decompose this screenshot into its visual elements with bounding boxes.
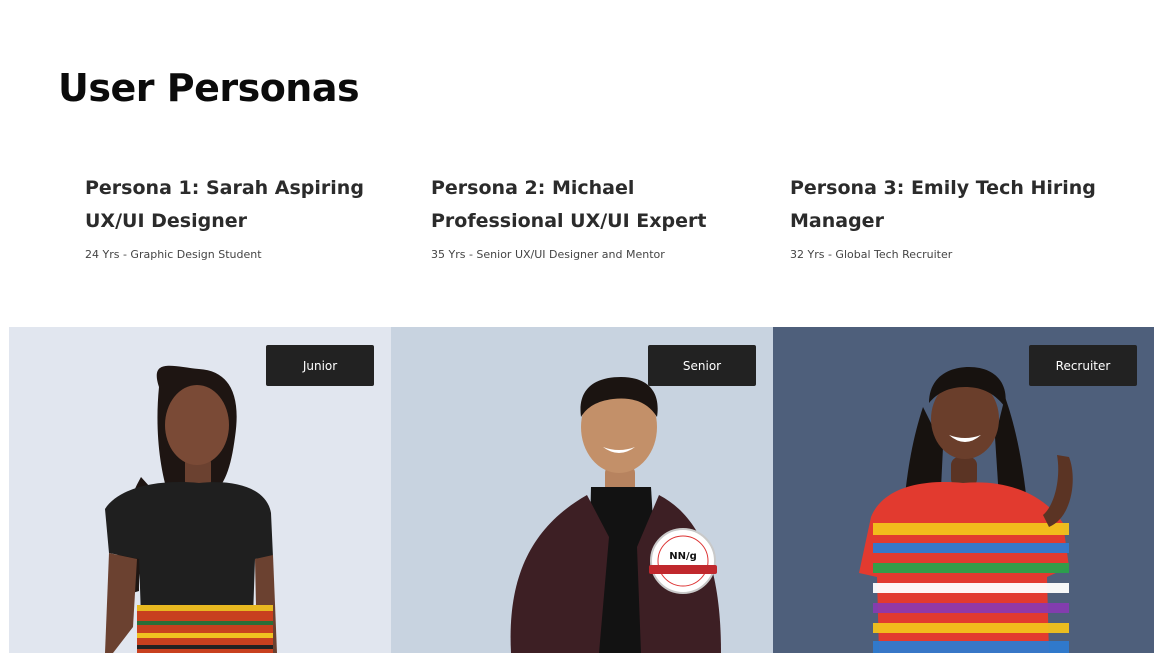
persona-3-meta: 32 Yrs - Global Tech Recruiter — [790, 248, 953, 261]
persona-3-name-line2: Manager — [790, 210, 884, 232]
nng-certified-seal-icon: NN/g — [649, 528, 717, 594]
senior-tag[interactable]: Senior — [648, 345, 756, 386]
nng-seal-text: NN/g — [669, 551, 697, 562]
persona-1-name-line2: UX/UI Designer — [85, 210, 247, 232]
persona-1-header: Persona 1: Sarah Aspiring UX/UI Designer… — [85, 172, 405, 261]
persona-2-meta: 35 Yrs - Senior UX/UI Designer and Mento… — [431, 248, 665, 261]
persona-1-meta: 24 Yrs - Graphic Design Student — [85, 248, 262, 261]
persona-2-name-line1: Persona 2: Michael — [431, 177, 635, 199]
persona-1-name-line1: Persona 1: Sarah Aspiring — [85, 177, 364, 199]
page-title: User Personas — [58, 66, 360, 110]
persona-1-name: Persona 1: Sarah Aspiring UX/UI Designer — [85, 172, 405, 238]
recruiter-tag[interactable]: Recruiter — [1029, 345, 1137, 386]
persona-3-name-line1: Persona 3: Emily Tech Hiring — [790, 177, 1096, 199]
persona-2-name-line2: Professional UX/UI Expert — [431, 210, 707, 232]
persona-2-header: Persona 2: Michael Professional UX/UI Ex… — [431, 172, 751, 261]
junior-tag[interactable]: Junior — [266, 345, 374, 386]
persona-1-photo-panel: Junior — [9, 327, 391, 653]
persona-2-photo-panel: NN/g Senior — [391, 327, 773, 653]
persona-3-name: Persona 3: Emily Tech Hiring Manager — [790, 172, 1130, 238]
persona-3-header: Persona 3: Emily Tech Hiring Manager 32 … — [790, 172, 1130, 261]
persona-2-name: Persona 2: Michael Professional UX/UI Ex… — [431, 172, 751, 238]
user-personas-page: User Personas Persona 1: Sarah Aspiring … — [0, 0, 1154, 653]
persona-3-photo-panel: Recruiter — [773, 327, 1154, 653]
